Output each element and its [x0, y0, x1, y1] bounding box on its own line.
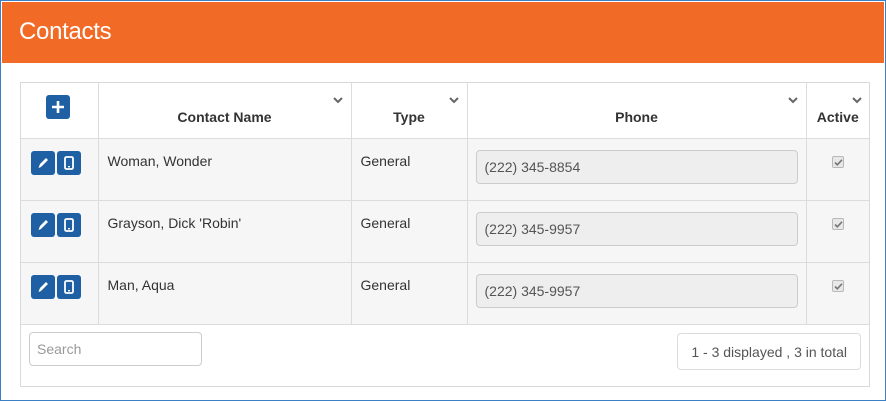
phone-cell: (222) 345-8854	[467, 138, 807, 201]
contact-name: Woman, Wonder	[107, 152, 213, 169]
mobile-contact-button[interactable]	[57, 150, 81, 175]
contact-type: General	[360, 214, 411, 231]
checkmark-icon	[834, 220, 843, 228]
column-header-type[interactable]: Type	[351, 83, 468, 139]
column-header-phone[interactable]: Phone	[467, 83, 807, 139]
active-cell	[806, 200, 869, 263]
chevron-down-icon[interactable]	[332, 95, 343, 105]
column-header-label: Active	[816, 108, 859, 125]
pencil-icon	[38, 281, 48, 292]
phone-field[interactable]: (222) 345-8854	[475, 149, 798, 184]
type-cell: General	[351, 262, 468, 325]
contact-name-cell: Grayson, Dick 'Robin'	[98, 200, 352, 263]
phone-cell: (222) 345-9957	[467, 200, 807, 263]
column-header-actions	[21, 83, 99, 139]
add-contact-button[interactable]	[46, 95, 70, 119]
active-checkbox[interactable]	[831, 279, 844, 292]
record-count: 1 - 3 displayed , 3 in total	[677, 333, 861, 370]
phone-cell: (222) 345-9957	[467, 262, 807, 325]
mobile-phone-icon	[64, 217, 74, 232]
chevron-down-icon[interactable]	[852, 95, 862, 105]
edit-contact-button[interactable]	[31, 274, 55, 299]
contact-name-cell: Woman, Wonder	[98, 138, 352, 201]
row-actions-cell	[21, 138, 99, 201]
checkmark-icon	[834, 282, 843, 290]
type-cell: General	[351, 200, 468, 263]
mobile-contact-button[interactable]	[57, 212, 81, 237]
table-row: Grayson, Dick 'Robin' General (222) 345-…	[21, 200, 869, 263]
column-header-label: Contact Name	[177, 108, 272, 125]
column-header-active[interactable]: Active	[806, 83, 869, 139]
chevron-down-icon[interactable]	[787, 95, 798, 105]
column-header-contact-name[interactable]: Contact Name	[98, 83, 352, 139]
phone-field[interactable]: (222) 345-9957	[475, 211, 798, 246]
table-header-row: Contact Name Type Phone Active	[21, 83, 869, 139]
phone-field[interactable]: (222) 345-9957	[475, 273, 798, 308]
active-checkbox[interactable]	[831, 155, 844, 168]
window-frame: Contacts Contact Name Type Phone Active …	[0, 0, 886, 401]
column-header-label: Type	[393, 108, 425, 125]
search-input[interactable]	[29, 332, 202, 366]
table-row: Woman, Wonder General (222) 345-8854	[21, 138, 869, 201]
contacts-grid-panel: Contact Name Type Phone Active Woman, Wo…	[20, 82, 870, 387]
edit-contact-button[interactable]	[31, 150, 55, 175]
active-checkbox[interactable]	[831, 217, 844, 230]
column-header-label: Phone	[615, 108, 658, 125]
type-cell: General	[351, 138, 468, 201]
pencil-icon	[38, 219, 48, 230]
row-actions-cell	[21, 200, 99, 263]
active-cell	[806, 138, 869, 201]
mobile-phone-icon	[64, 155, 74, 170]
active-cell	[806, 262, 869, 325]
chevron-down-icon[interactable]	[448, 95, 459, 105]
mobile-contact-button[interactable]	[57, 274, 81, 299]
contact-name: Grayson, Dick 'Robin'	[107, 214, 242, 231]
table-row: Man, Aqua General (222) 345-9957	[21, 262, 869, 325]
mobile-phone-icon	[64, 279, 74, 294]
contact-name: Man, Aqua	[107, 276, 175, 293]
contact-type: General	[360, 276, 411, 293]
page-title: Contacts	[19, 18, 112, 45]
checkmark-icon	[834, 158, 843, 166]
contact-type: General	[360, 152, 411, 169]
edit-contact-button[interactable]	[31, 212, 55, 237]
page-header: Contacts	[2, 2, 884, 63]
row-actions-cell	[21, 262, 99, 325]
pencil-icon	[38, 157, 48, 168]
contact-name-cell: Man, Aqua	[98, 262, 352, 325]
plus-icon	[52, 101, 64, 113]
contacts-table: Contact Name Type Phone Active Woman, Wo…	[21, 83, 869, 325]
